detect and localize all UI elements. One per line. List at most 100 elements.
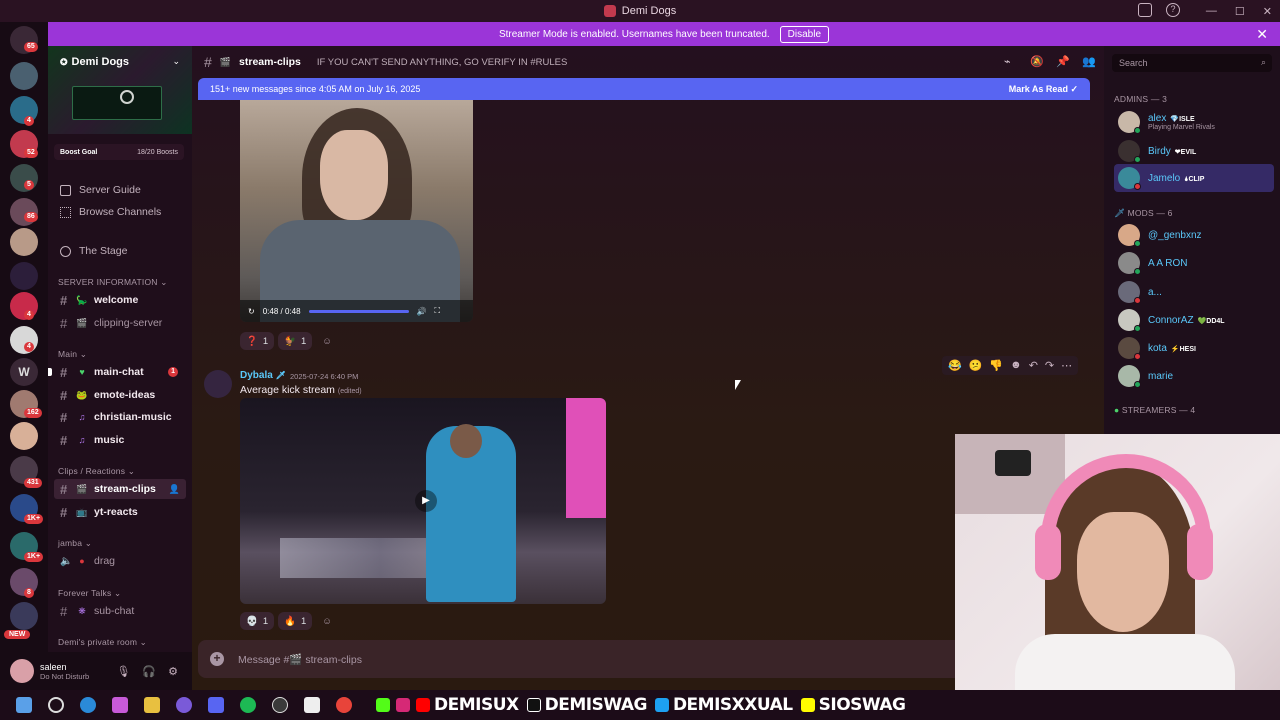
- mark-as-read-button[interactable]: Mark As Read ✓: [1009, 84, 1078, 95]
- member-item[interactable]: A A RON: [1114, 249, 1274, 277]
- search-input[interactable]: Search ⌕: [1112, 54, 1272, 72]
- member-list-icon[interactable]: 👥: [1082, 56, 1096, 68]
- fullscreen-icon[interactable]: ⛶: [434, 306, 440, 316]
- notification-bell-icon[interactable]: 🔕: [1030, 56, 1044, 68]
- avatar: [1118, 111, 1141, 134]
- handle-text: DEMISWAG: [544, 695, 648, 715]
- mod-icon: 🗡: [275, 371, 286, 380]
- reaction[interactable]: 🐓 1: [278, 332, 313, 350]
- category-forever-talks[interactable]: Forever Talks ⌄: [58, 588, 121, 599]
- windows-start-icon[interactable]: [16, 697, 32, 713]
- channel-christian-music[interactable]: # ♫ christian-music: [54, 407, 186, 427]
- reply-icon[interactable]: ↶: [1029, 359, 1038, 372]
- video-attachment[interactable]: ↻ 0:48 / 0:48 🔊 ⛶: [240, 100, 473, 322]
- channel-topic[interactable]: IF YOU CAN'T SEND ANYTHING, GO VERIFY IN…: [317, 57, 567, 68]
- add-attachment-icon[interactable]: +: [210, 652, 224, 666]
- server-icon[interactable]: [10, 228, 38, 256]
- help-icon[interactable]: ?: [1166, 3, 1180, 17]
- server-badge: 162: [24, 408, 42, 418]
- browse-channels-link[interactable]: Browse Channels: [60, 206, 161, 218]
- folder-icon[interactable]: [10, 262, 38, 290]
- pin-icon[interactable]: 📌: [1056, 56, 1070, 68]
- threads-icon[interactable]: ⌁: [1004, 56, 1016, 68]
- category-server-info[interactable]: SERVER INFORMATION ⌄: [58, 277, 168, 288]
- category-clips[interactable]: Clips / Reactions ⌄: [58, 466, 135, 477]
- maximize-icon[interactable]: ☐: [1235, 5, 1245, 18]
- chrome-icon[interactable]: [336, 697, 352, 713]
- video-progress[interactable]: [308, 309, 409, 313]
- app-icon[interactable]: [112, 697, 128, 713]
- inbox-icon[interactable]: [1138, 3, 1152, 17]
- member-item[interactable]: marie: [1114, 362, 1274, 390]
- channel-drag[interactable]: 🔈 ● drag: [54, 551, 186, 571]
- app-icon[interactable]: [176, 697, 192, 713]
- server-header[interactable]: ✪ Demi Dogs ⌄: [48, 46, 192, 134]
- folder-icon[interactable]: [144, 697, 160, 713]
- reaction[interactable]: ❓ 1: [240, 332, 275, 350]
- avatar[interactable]: [10, 659, 34, 683]
- channel-main-chat[interactable]: # ♥ main-chat 1: [48, 362, 186, 382]
- member-item[interactable]: alex 💎ISLE Playing Marvel Rivals: [1114, 108, 1274, 136]
- channel-stream-clips[interactable]: # 🎬 stream-clips 👤: [54, 479, 186, 499]
- minimize-icon[interactable]: —: [1206, 5, 1217, 17]
- category-private-room[interactable]: Demi's private room ⌄: [58, 637, 147, 648]
- gear-icon[interactable]: ⚙: [168, 665, 178, 678]
- message-input[interactable]: Message #🎬 stream-clips: [238, 653, 362, 666]
- channel-clipping-server[interactable]: # 🎬 clipping-server: [54, 313, 186, 333]
- quick-react-laugh[interactable]: 😂: [948, 359, 962, 372]
- category-jamba[interactable]: jamba ⌄: [58, 538, 92, 549]
- discord-icon[interactable]: [208, 697, 224, 713]
- stage-link[interactable]: The Stage: [60, 245, 127, 257]
- member-tag: ⚡HESI: [1170, 345, 1196, 353]
- new-messages-bar[interactable]: 151+ new messages since 4:05 AM on July …: [198, 78, 1090, 100]
- microphone-icon[interactable]: 🎙: [116, 665, 130, 678]
- member-item[interactable]: @_genbxnz: [1114, 221, 1274, 249]
- category-main[interactable]: Main ⌄: [58, 349, 87, 360]
- message-author[interactable]: Dybala 🗡: [240, 370, 286, 381]
- server-guide-link[interactable]: Server Guide: [60, 184, 141, 196]
- headphones-graphic: [1041, 454, 1211, 554]
- add-reaction-icon[interactable]: ☺: [316, 332, 338, 350]
- volume-icon[interactable]: 🔊: [417, 307, 427, 316]
- channel-yt-reacts[interactable]: # 📺 yt-reacts: [54, 502, 186, 522]
- server-icon-w[interactable]: W: [10, 358, 38, 386]
- member-item[interactable]: kota ⚡HESI: [1114, 334, 1274, 362]
- avatar: [1118, 281, 1141, 304]
- reaction[interactable]: 💀 1: [240, 612, 275, 630]
- app-icon[interactable]: [304, 697, 320, 713]
- forward-icon[interactable]: ↷: [1045, 359, 1054, 372]
- chevron-down-icon[interactable]: ⌄: [172, 56, 180, 67]
- member-item[interactable]: a...: [1114, 278, 1274, 306]
- headphones-icon[interactable]: 🎧: [142, 665, 156, 678]
- boost-goal[interactable]: Boost Goal 18/20 Boosts: [54, 144, 184, 160]
- add-reaction-icon[interactable]: ☺: [316, 612, 338, 630]
- close-window-icon[interactable]: ✕: [1263, 5, 1272, 18]
- server-icon[interactable]: [10, 602, 38, 630]
- video-attachment[interactable]: ▶: [240, 398, 606, 604]
- play-icon[interactable]: ▶: [415, 490, 437, 512]
- category-label: Main: [58, 349, 78, 359]
- member-item[interactable]: Jamelo 🌢CLIP: [1114, 164, 1274, 192]
- member-item[interactable]: Birdy ❤EVIL: [1114, 137, 1274, 165]
- reaction[interactable]: 🔥 1: [278, 612, 313, 630]
- quick-react-thumbsdown[interactable]: 👎: [989, 359, 1003, 372]
- avatar[interactable]: [204, 370, 232, 398]
- channel-emote-ideas[interactable]: # 🐸 emote-ideas: [54, 385, 186, 405]
- more-icon[interactable]: ⋯: [1061, 359, 1072, 372]
- member-item[interactable]: ConnorAZ 💚DD4L: [1114, 306, 1274, 334]
- spotify-icon[interactable]: [240, 697, 256, 713]
- close-banner-icon[interactable]: ✕: [1256, 26, 1268, 43]
- channel-sub-chat[interactable]: # ❋ sub-chat: [54, 601, 186, 621]
- server-icon[interactable]: [10, 422, 38, 450]
- quick-react-confused[interactable]: 😕: [969, 359, 983, 372]
- disable-button[interactable]: Disable: [779, 25, 830, 43]
- edge-icon[interactable]: [80, 697, 96, 713]
- channel-welcome[interactable]: # 🦕 welcome: [54, 290, 186, 310]
- channel-music[interactable]: # ♫ music: [54, 430, 186, 450]
- obs-icon[interactable]: [272, 697, 288, 713]
- replay-icon[interactable]: ↻: [248, 307, 255, 316]
- add-reaction-icon[interactable]: ☻: [1010, 359, 1022, 372]
- add-member-icon[interactable]: 👤: [169, 484, 180, 495]
- search-icon[interactable]: [48, 697, 64, 713]
- server-icon[interactable]: [10, 62, 38, 90]
